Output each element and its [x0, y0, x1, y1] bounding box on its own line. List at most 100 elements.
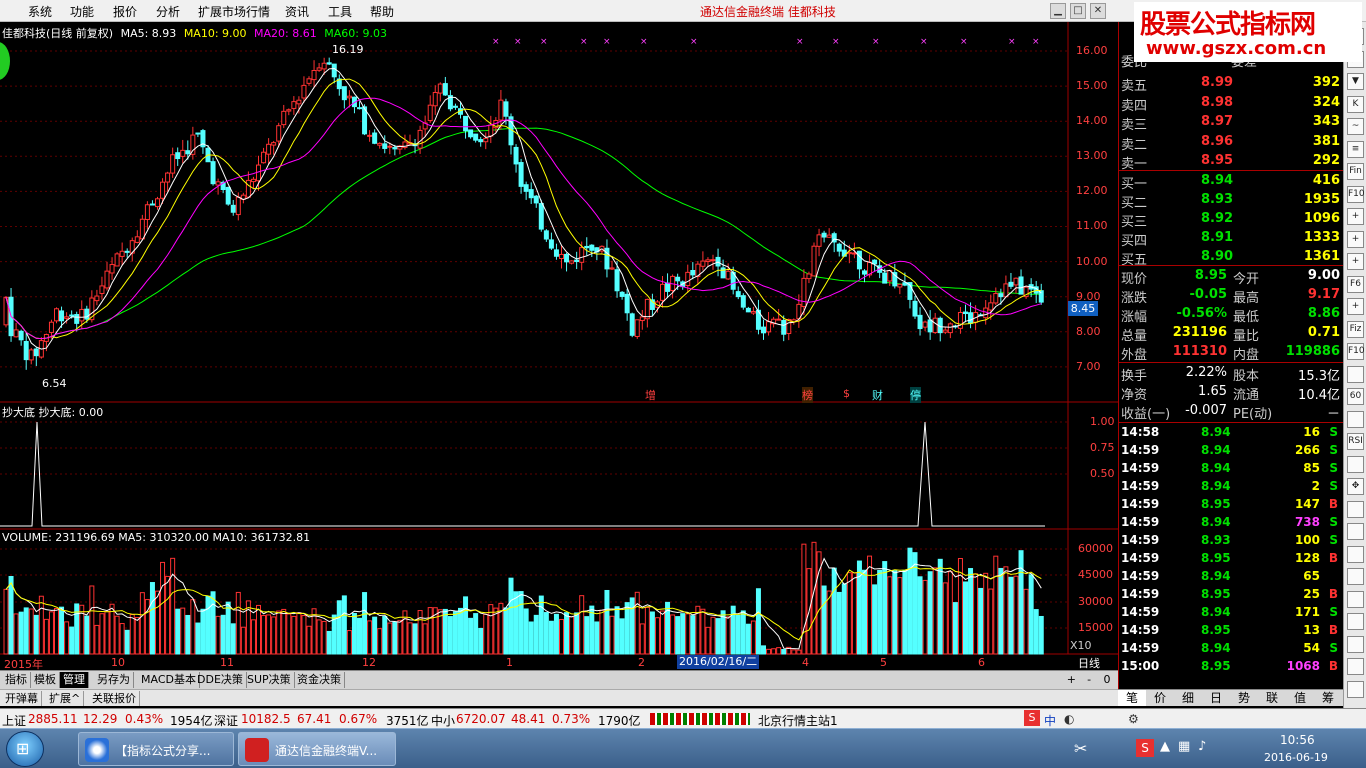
minimize-icon[interactable]: ▁ — [1050, 3, 1066, 19]
indicator-tab[interactable]: 管理 — [60, 672, 89, 688]
task-tdx[interactable]: 通达信金融终端V... — [238, 732, 396, 766]
maximize-icon[interactable]: □ — [1070, 3, 1086, 19]
quote-tab[interactable]: 联 — [1258, 690, 1286, 706]
ask-row[interactable]: 卖一 8.95 292 — [1119, 152, 1344, 172]
ask-row[interactable]: 卖五 8.99 392 — [1119, 74, 1344, 94]
period-label[interactable]: 日线 — [1078, 655, 1100, 671]
menu-extended-market[interactable]: 扩展市场行情 — [198, 3, 270, 20]
bid-row[interactable]: 买二 8.93 1935 — [1119, 191, 1344, 211]
indicator-tab[interactable]: 另存为 — [94, 672, 134, 688]
indicator-tab[interactable]: MACD基本 — [138, 672, 200, 688]
toolbar-icon[interactable]: ▼ — [1347, 73, 1364, 90]
toolbar-icon[interactable] — [1347, 658, 1364, 675]
tick-row[interactable]: 14:59 8.95 25 B — [1119, 586, 1344, 604]
ime-settings-icon[interactable]: ⚙ — [1128, 712, 1139, 726]
toolbar-icon[interactable]: + — [1347, 230, 1364, 248]
toolbar-icon[interactable] — [1347, 545, 1364, 563]
toolbar-icon[interactable]: RSI — [1347, 433, 1364, 450]
indicator-tab[interactable]: DDE决策 — [194, 672, 247, 688]
toolbar-icon[interactable]: Fin — [1347, 163, 1364, 180]
tick-row[interactable]: 14:58 8.94 16 S — [1119, 424, 1344, 442]
chart-canvas[interactable]: × × × × × × × × × × × × × × — [0, 22, 1118, 670]
server-station[interactable]: 北京行情主站1 — [758, 712, 838, 729]
reset-button[interactable]: 0 — [1100, 673, 1114, 686]
close-icon[interactable]: ✕ — [1090, 3, 1106, 19]
menu-help[interactable]: 帮助 — [370, 3, 394, 20]
zoom-out-button[interactable]: - — [1082, 673, 1096, 686]
tick-row[interactable]: 14:59 8.94 2 S — [1119, 478, 1344, 496]
quote-tab[interactable]: 细 — [1174, 690, 1202, 706]
toolbar-icon[interactable]: Fiz — [1347, 320, 1364, 338]
sub-tab[interactable]: 开弹幕 — [2, 691, 42, 706]
menu-system[interactable]: 系统 — [28, 3, 52, 20]
toolbar-icon[interactable] — [1347, 635, 1364, 653]
tick-row[interactable]: 14:59 8.95 13 B — [1119, 622, 1344, 640]
kline-chart-area[interactable]: × × × × × × × × × × × × × × 佳都科技(日线 前复权) MA5: 8.93 MA… — [0, 22, 1118, 671]
quote-tab[interactable]: 价 — [1146, 690, 1174, 706]
bid-row[interactable]: 买一 8.94 416 — [1119, 172, 1344, 192]
toolbar-icon[interactable]: F10 — [1347, 185, 1365, 203]
start-button[interactable]: ⊞ — [6, 731, 44, 767]
toolbar-icon[interactable] — [1347, 590, 1364, 608]
toolbar-icon[interactable]: K — [1347, 95, 1364, 113]
tick-row[interactable]: 15:00 8.95 1068 B — [1119, 658, 1344, 676]
event-cai[interactable]: 财 — [872, 387, 883, 403]
toolbar-icon[interactable] — [1347, 410, 1364, 428]
toolbar-icon[interactable] — [1347, 613, 1364, 630]
indicator-tab[interactable]: 资金决策 — [294, 672, 345, 688]
task-browser[interactable]: 【指标公式分享... — [78, 732, 234, 766]
ask-row[interactable]: 卖四 8.98 324 — [1119, 94, 1344, 114]
tick-row[interactable]: 14:59 8.94 738 S — [1119, 514, 1344, 532]
clock-date[interactable]: 2016-06-19 — [1264, 751, 1328, 764]
tray-s-icon[interactable]: S — [1136, 739, 1154, 757]
toolbar-icon[interactable] — [1347, 523, 1364, 540]
tick-row[interactable]: 14:59 8.94 171 S — [1119, 604, 1344, 622]
sub-tab[interactable]: 关联报价 — [89, 691, 140, 706]
toolbar-icon[interactable]: ≡ — [1347, 140, 1364, 158]
quote-tab[interactable]: 筹 — [1314, 690, 1342, 706]
toolbar-icon[interactable] — [1347, 680, 1364, 698]
ime-s-icon[interactable]: S — [1024, 710, 1040, 726]
network-icon[interactable]: ▦ — [1178, 739, 1190, 754]
toolbar-icon[interactable]: + — [1347, 208, 1364, 225]
toolbar-icon[interactable] — [1347, 365, 1364, 383]
toolbar-icon[interactable]: + — [1347, 298, 1364, 315]
event-bang[interactable]: 榜 — [802, 387, 813, 403]
scissors-icon[interactable]: ✂ — [1074, 739, 1087, 758]
toolbar-icon[interactable]: ✥ — [1347, 478, 1364, 495]
toolbar-icon[interactable] — [1347, 455, 1364, 473]
bid-row[interactable]: 买三 8.92 1096 — [1119, 210, 1344, 230]
toolbar-icon[interactable] — [1347, 568, 1364, 585]
ime-punct-icon[interactable]: ◐ — [1064, 712, 1074, 726]
menu-news[interactable]: 资讯 — [285, 3, 309, 20]
tick-row[interactable]: 14:59 8.94 85 S — [1119, 460, 1344, 478]
tick-row[interactable]: 14:59 8.95 128 B — [1119, 550, 1344, 568]
ask-row[interactable]: 卖二 8.96 381 — [1119, 133, 1344, 153]
menu-tools[interactable]: 工具 — [328, 3, 352, 20]
menu-quote[interactable]: 报价 — [113, 3, 137, 20]
quote-tab[interactable]: 值 — [1286, 690, 1314, 706]
tick-row[interactable]: 14:59 8.93 100 S — [1119, 532, 1344, 550]
toolbar-icon[interactable]: + — [1347, 253, 1364, 270]
event-zeng[interactable]: 增 — [645, 387, 656, 403]
toolbar-icon[interactable]: F10 — [1347, 343, 1365, 360]
ime-mode-icon[interactable]: 中 — [1044, 712, 1056, 729]
event-ting[interactable]: 停 — [910, 387, 921, 403]
toolbar-icon[interactable]: ~ — [1347, 118, 1364, 135]
tray-expand-icon[interactable]: ▲ — [1160, 739, 1170, 754]
event-dollar[interactable]: $ — [843, 387, 850, 400]
bid-row[interactable]: 买四 8.91 1333 — [1119, 229, 1344, 249]
tick-row[interactable]: 14:59 8.94 65 — [1119, 568, 1344, 586]
toolbar-icon[interactable] — [1347, 500, 1364, 518]
tick-row[interactable]: 14:59 8.94 266 S — [1119, 442, 1344, 460]
menu-function[interactable]: 功能 — [70, 3, 94, 20]
toolbar-icon[interactable]: F6 — [1347, 275, 1364, 293]
zoom-in-button[interactable]: + — [1064, 673, 1078, 686]
indicator-tab[interactable]: 模板 — [31, 672, 60, 688]
indicator-tab[interactable]: 指标 — [2, 672, 31, 688]
indicator-tab[interactable]: SUP决策 — [244, 672, 295, 688]
volume-icon[interactable]: ♪ — [1198, 739, 1206, 754]
tick-row[interactable]: 14:59 8.94 54 S — [1119, 640, 1344, 658]
clock-time[interactable]: 10:56 — [1280, 733, 1315, 747]
quote-tab[interactable]: 日 — [1202, 690, 1230, 706]
